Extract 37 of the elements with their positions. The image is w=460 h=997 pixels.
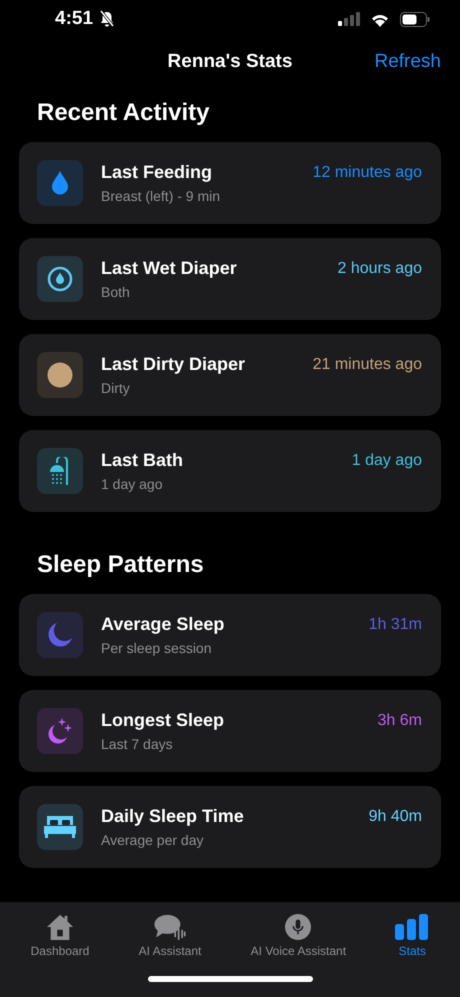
signal-icon bbox=[338, 12, 360, 26]
tab[interactable]: AI Voice Assistant bbox=[250, 914, 346, 958]
tab[interactable]: AI Assistant bbox=[138, 914, 202, 958]
tab[interactable]: Stats bbox=[395, 914, 430, 958]
card-value: 2 hours ago bbox=[337, 259, 422, 278]
card-title: Last Dirty Diaper bbox=[101, 354, 246, 375]
card-title: Average Sleep bbox=[101, 614, 226, 635]
card-subtitle: Breast (left) - 9 min bbox=[101, 188, 222, 204]
card-subtitle: Last 7 days bbox=[101, 736, 174, 752]
bar-chart-icon bbox=[395, 914, 430, 940]
card-subtitle: Dirty bbox=[101, 380, 131, 396]
card-title: Longest Sleep bbox=[101, 710, 226, 731]
chat-waveform-icon bbox=[152, 914, 188, 940]
battery-icon bbox=[400, 12, 430, 26]
card-title: Daily Sleep Time bbox=[101, 806, 245, 827]
section-title: Sleep Patterns bbox=[37, 550, 205, 580]
card-value: 9h 40m bbox=[368, 807, 422, 826]
section-title: Recent Activity bbox=[37, 98, 210, 128]
card-subtitle: Both bbox=[101, 284, 131, 300]
card-title: Last Bath bbox=[101, 450, 184, 471]
card-title: Last Feeding bbox=[101, 162, 214, 183]
tab[interactable]: Dashboard bbox=[30, 914, 90, 958]
card-subtitle: Average per day bbox=[101, 832, 204, 848]
refresh-button[interactable]: Refresh bbox=[374, 51, 441, 73]
card-value: 1 day ago bbox=[352, 451, 422, 470]
status-time: 4:51 bbox=[55, 8, 94, 30]
card-title: Last Wet Diaper bbox=[101, 258, 238, 279]
card-value: 1h 31m bbox=[368, 615, 422, 634]
bell-muted-icon bbox=[99, 10, 116, 28]
card-value: 12 minutes ago bbox=[312, 163, 422, 182]
screen-title: Renna's Stats bbox=[168, 51, 292, 73]
home-icon bbox=[45, 914, 75, 940]
card-value: 3h 6m bbox=[378, 711, 422, 730]
card-subtitle: Per sleep session bbox=[101, 640, 213, 656]
card-value: 21 minutes ago bbox=[312, 355, 422, 374]
microphone-icon bbox=[284, 914, 312, 940]
card-subtitle: 1 day ago bbox=[101, 476, 164, 492]
